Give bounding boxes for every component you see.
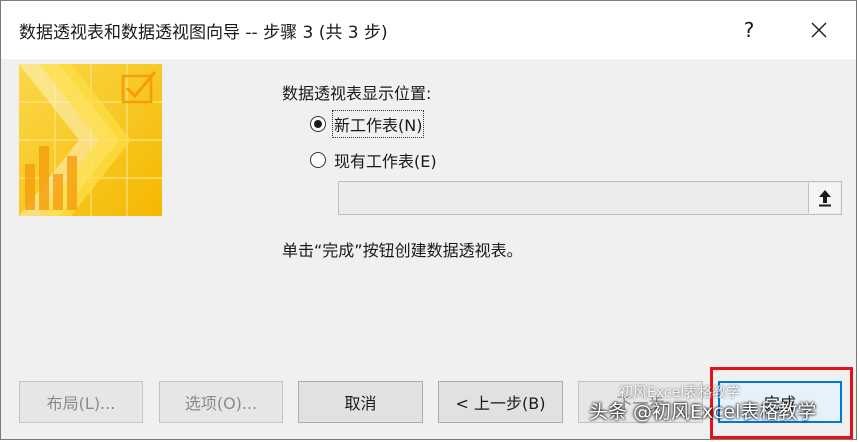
title-bar: 数据透视表和数据透视图向导 -- 步骤 3 (共 3 步) ?	[1, 1, 856, 59]
radio-new-worksheet[interactable]: 新工作表(N)	[310, 110, 425, 138]
next-button[interactable]: 下一步	[578, 381, 703, 423]
radio-unselected-icon[interactable]	[310, 152, 326, 168]
pivot-wizard-dialog: 数据透视表和数据透视图向导 -- 步骤 3 (共 3 步) ? 数据透视表显示位…	[0, 0, 857, 440]
radio-existing-worksheet-label[interactable]: 现有工作表(E)	[334, 148, 437, 172]
radio-existing-worksheet[interactable]: 现有工作表(E)	[310, 149, 437, 171]
finish-hint: 单击“完成”按钮创建数据透视表。	[282, 241, 523, 260]
options-button[interactable]: 选项(O)...	[159, 381, 283, 423]
dialog-title: 数据透视表和数据透视图向导 -- 步骤 3 (共 3 步)	[19, 23, 388, 43]
layout-button[interactable]: 布局(L)...	[19, 381, 143, 423]
wizard-graphic-icon	[19, 64, 162, 216]
close-button[interactable]	[796, 11, 842, 49]
help-button[interactable]: ?	[726, 11, 772, 49]
location-label: 数据透视表显示位置:	[282, 84, 432, 103]
radio-new-worksheet-label[interactable]: 新工作表(N)	[331, 110, 425, 138]
collapse-arrow-icon	[818, 190, 831, 207]
cancel-button[interactable]: 取消	[298, 381, 423, 423]
range-reference-input[interactable]	[340, 183, 807, 213]
finish-button[interactable]: 完成	[718, 381, 842, 423]
collapse-dialog-button[interactable]	[808, 183, 840, 213]
range-reference-box	[338, 181, 842, 215]
wizard-illustration	[19, 64, 162, 216]
back-button[interactable]: < 上一步(B)	[438, 381, 563, 423]
close-icon	[811, 22, 827, 38]
radio-selected-icon[interactable]	[310, 116, 326, 132]
radio-dot-icon	[314, 120, 322, 128]
